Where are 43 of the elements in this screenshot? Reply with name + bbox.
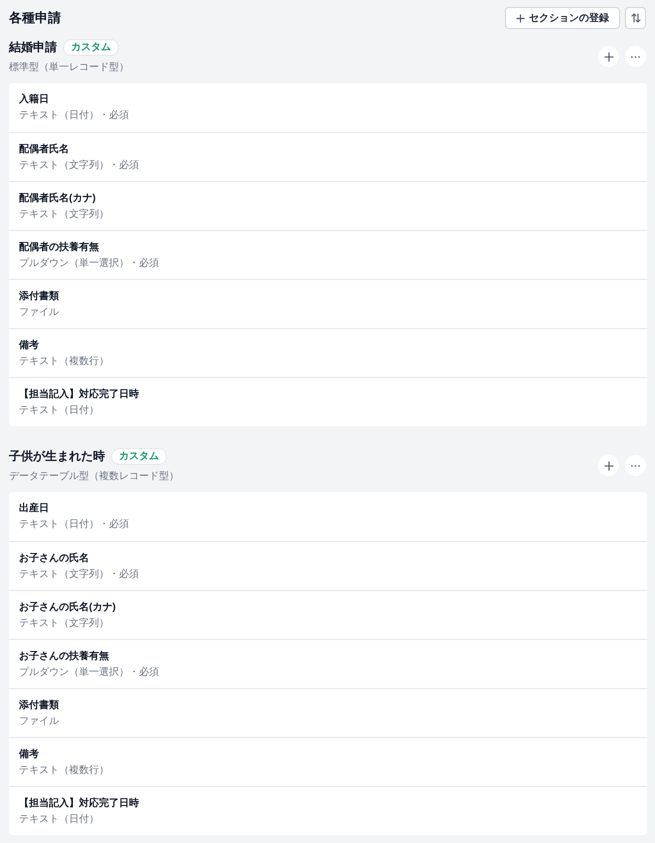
field-label: 【担当記入】対応完了日時	[19, 388, 140, 402]
field-type: ファイル	[19, 715, 60, 729]
field-label: 配偶者氏名(カナ)	[19, 192, 97, 206]
field-label: 配偶者氏名	[19, 143, 70, 157]
sort-button[interactable]	[625, 7, 646, 29]
add-field-button[interactable]	[598, 46, 619, 67]
field-type: テキスト（文字列）・必須	[19, 159, 140, 173]
field-type: ファイル	[19, 306, 60, 320]
add-section-button[interactable]: セクションの登録	[505, 7, 620, 29]
field-type: プルダウン（単一選択）・必須	[19, 257, 160, 271]
field-label: お子さんの氏名	[19, 552, 90, 566]
add-field-button[interactable]	[598, 455, 619, 476]
field-type: プルダウン（単一選択）・必須	[19, 666, 160, 680]
section-title: 結婚申請	[9, 38, 57, 56]
plus-icon	[516, 14, 525, 22]
field-type: テキスト（複数行）	[19, 764, 110, 778]
section-type: 標準型（単一レコード型）	[9, 61, 129, 74]
field-type: テキスト（日付）	[19, 404, 100, 418]
field-type: テキスト（文字列）・必須	[19, 568, 140, 582]
field-type: テキスト（日付）・必須	[19, 518, 130, 532]
custom-badge: カスタム	[63, 38, 119, 56]
field-type: テキスト（複数行）	[19, 355, 110, 369]
sort-arrows-icon	[630, 13, 640, 23]
custom-badge: カスタム	[111, 448, 167, 464]
field-label: 配偶者の扶養有無	[19, 241, 100, 255]
field-label: 添付書類	[19, 290, 60, 304]
plus-icon	[604, 52, 614, 62]
field-label: 添付書類	[19, 699, 60, 713]
section-title: 子供が生まれた時	[9, 448, 105, 464]
field-label: お子さんの扶養有無	[19, 650, 110, 664]
field-label: 備考	[19, 339, 40, 353]
page-title: 各種申請	[9, 9, 61, 27]
field-label: 備考	[19, 748, 40, 762]
section-type: データテーブル型（複数レコード型）	[9, 470, 179, 483]
plus-icon	[604, 460, 614, 470]
field-type: テキスト（文字列）	[19, 617, 110, 631]
field-label: 【担当記入】対応完了日時	[19, 797, 140, 811]
field-label: 入籍日	[19, 93, 50, 107]
field-label: お子さんの氏名(カナ)	[19, 601, 117, 615]
field-type: テキスト（文字列）	[19, 208, 110, 222]
field-type: テキスト（日付）	[19, 813, 100, 827]
field-label: 出産日	[19, 502, 50, 516]
field-type: テキスト（日付）・必須	[19, 109, 130, 123]
